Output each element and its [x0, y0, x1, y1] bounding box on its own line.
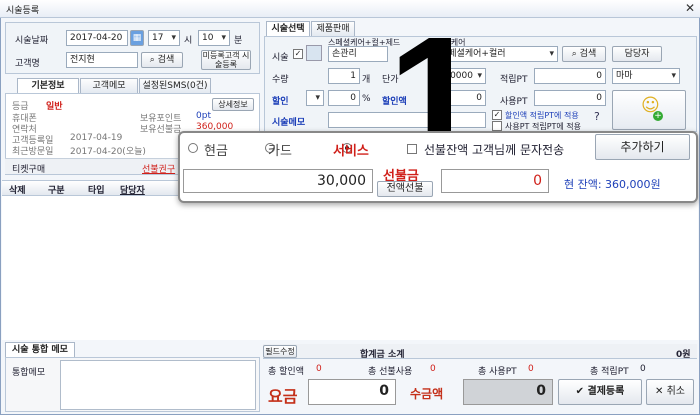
first-visit-value: 2017-04-19	[70, 133, 123, 143]
hour-unit: 시	[184, 36, 193, 46]
search-icon: ⌕	[149, 55, 155, 65]
detail-button[interactable]: 상세정보	[212, 98, 254, 111]
col-delete[interactable]: 삭제	[9, 183, 26, 196]
staff-select[interactable]: 마마	[612, 68, 680, 84]
disc-total-value: 0	[316, 364, 322, 374]
sms-label: 선불잔액 고객님께 문자전송	[424, 143, 565, 157]
pt-use-value: 0	[528, 364, 534, 374]
last-visit-label: 최근방문일	[12, 147, 54, 157]
minute-unit: 분	[234, 36, 243, 46]
full-prepaid-button[interactable]: 전액선불	[377, 181, 433, 197]
minute-select[interactable]: 10	[198, 30, 230, 46]
grid-body[interactable]	[2, 196, 698, 340]
receive-label: 수금액	[410, 387, 444, 401]
qty-unit: 개	[362, 75, 371, 85]
date-label: 시술날짜	[15, 36, 49, 46]
discount-type-select[interactable]	[306, 90, 324, 106]
col-type[interactable]: 구분	[48, 183, 65, 196]
sms-checkbox[interactable]	[407, 144, 417, 154]
balance-text: 현 잔액: 360,000원	[564, 178, 661, 191]
service-pay-label: 서비스	[333, 144, 369, 159]
close-icon[interactable]: ✕	[685, 1, 695, 15]
opt1-label: 할인액 적립PT에 적용	[505, 111, 579, 120]
help-icon[interactable]: ?	[594, 110, 600, 123]
ticket-label: 티켓구매	[12, 165, 46, 175]
memo-area-label: 통합메모	[12, 368, 46, 378]
discount-unit: %	[362, 94, 371, 104]
total-value: 0원	[676, 350, 691, 360]
prepaid-label: 보유선불금	[140, 125, 182, 135]
col-kind[interactable]: 타입	[88, 183, 105, 196]
search-label-2: 검색	[579, 49, 597, 59]
memo-label: 시술메모	[272, 118, 306, 128]
prepaid-amount-input[interactable]: 0	[441, 169, 549, 193]
fee-input[interactable]: 0	[308, 379, 396, 405]
summary-header	[263, 344, 697, 359]
unregistered-button[interactable]: 미등록고객 시술등록	[201, 50, 251, 70]
tab-sms[interactable]: 설정된SMS(0건)	[139, 78, 211, 94]
col-staff[interactable]: 담당자	[120, 183, 145, 196]
check-icon: ✔	[575, 386, 585, 397]
add-button[interactable]: 추가하기	[595, 134, 690, 160]
pt-use-label: 총 사용PT	[478, 367, 517, 377]
radio-cash[interactable]	[188, 143, 198, 153]
pay-label: 결제등록	[587, 386, 625, 397]
amount-input[interactable]: 30,000	[183, 169, 373, 193]
total-label: 합계금 소계	[360, 350, 405, 360]
search-label: 검색	[157, 55, 175, 65]
calendar-icon[interactable]: ▦	[130, 30, 144, 46]
service-icon[interactable]	[306, 45, 322, 61]
cancel-label: 취소	[666, 386, 685, 397]
use-pt-label: 사용PT	[500, 97, 528, 107]
pay-button[interactable]: ✔ 결제등록	[558, 379, 642, 405]
customer-label: 고객명	[15, 59, 40, 69]
grade-value: 일반	[46, 102, 63, 112]
window-title: 시술등록	[6, 6, 40, 16]
memo-textarea[interactable]	[60, 360, 256, 410]
tab-customer-memo[interactable]: 고객메모	[80, 78, 138, 94]
prepaid-use-value: 0	[430, 364, 436, 374]
search-icon: ⌕	[571, 49, 577, 59]
edit-field-button[interactable]: 필드수정	[263, 345, 297, 358]
prepaid-box: 선불금 전액선불	[377, 165, 433, 197]
disc-total-label: 총 할인액	[268, 367, 304, 377]
tab-product-sale[interactable]: 제품판매	[311, 21, 355, 37]
add-service-button[interactable]: ☺ +	[612, 90, 686, 130]
qty-input[interactable]: 1	[328, 68, 360, 84]
opt1-checkbox[interactable]: ✓	[492, 110, 502, 120]
customer-search-button[interactable]: ⌕ 검색	[141, 52, 183, 68]
title-bar: 시술등록 ✕	[0, 0, 700, 18]
receive-input[interactable]: 0	[463, 379, 553, 405]
opt2-checkbox[interactable]	[492, 121, 502, 131]
customer-input[interactable]: 전지현	[66, 52, 138, 68]
service-search-button[interactable]: ⌕ 검색	[562, 46, 606, 62]
tab-memo[interactable]: 시술 통합 메모	[5, 342, 75, 358]
prepaid-use-label: 총 선불사용	[368, 367, 413, 377]
card-label: 카드	[268, 144, 292, 159]
tab-basic-info[interactable]: 기본정보	[17, 78, 79, 94]
pt-earn-label: 총 적립PT	[590, 367, 629, 377]
plus-icon: +	[653, 111, 663, 121]
cancel-button[interactable]: ✕ 취소	[646, 379, 694, 405]
pt-earn-value: 0	[640, 364, 646, 374]
ticket-link[interactable]: 선불권구	[142, 162, 175, 175]
earn-pt-input[interactable]: 0	[534, 68, 606, 84]
discount-input[interactable]: 0	[328, 90, 360, 106]
last-visit-value: 2017-04-20(오늘)	[70, 147, 146, 157]
points-value: 0pt	[196, 111, 211, 121]
date-input[interactable]: 2017-04-20	[66, 30, 128, 46]
service-checkbox[interactable]: ✓	[293, 49, 303, 59]
cash-label: 현금	[204, 144, 228, 159]
discount-label: 할인	[272, 97, 289, 107]
qty-label: 수량	[272, 75, 289, 85]
use-pt-input[interactable]: 0	[534, 90, 606, 106]
hour-select[interactable]: 17	[148, 30, 180, 46]
tab-service-select[interactable]: 시술선택	[266, 21, 310, 37]
service-input[interactable]: 손관리	[328, 46, 388, 62]
earn-pt-label: 적립PT	[500, 75, 528, 85]
x-icon: ✕	[655, 386, 664, 397]
staff-button[interactable]: 담당자	[612, 46, 662, 62]
fee-label: 요금	[268, 387, 298, 406]
service-label: 시술	[272, 53, 289, 63]
